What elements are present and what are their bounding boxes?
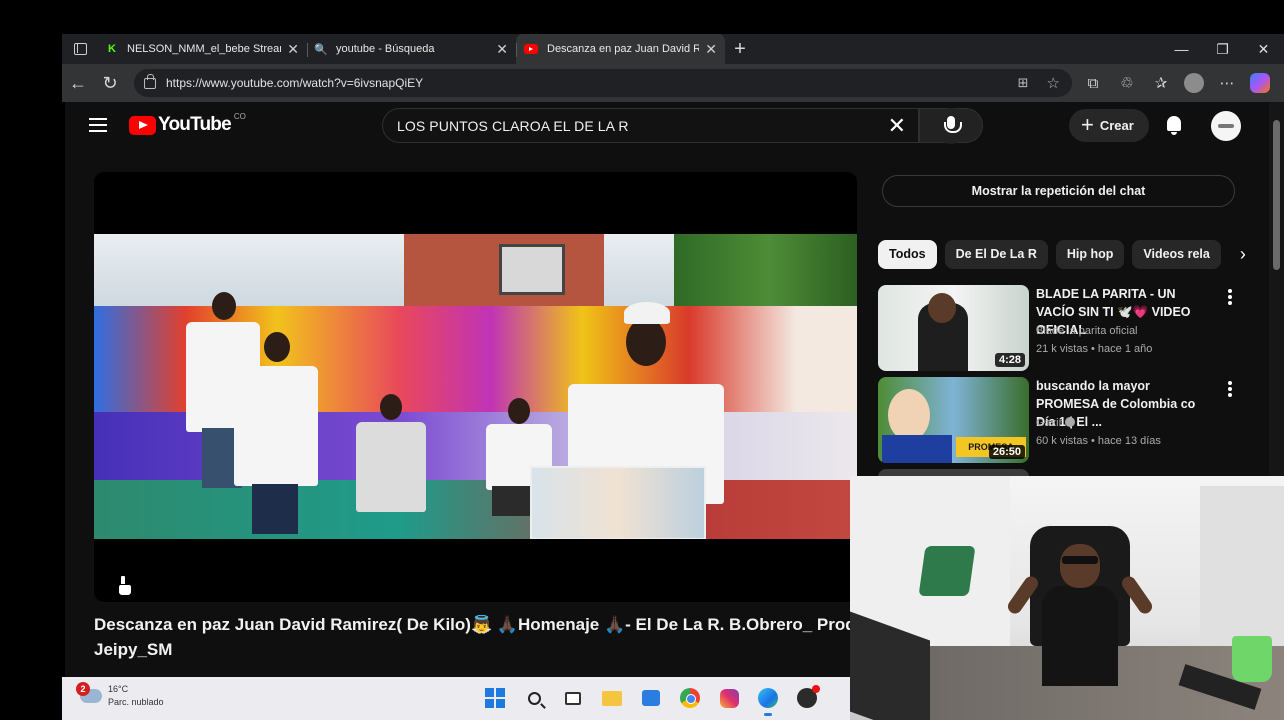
person-figure [356, 394, 426, 512]
weather-description: Parc. nublado [108, 697, 164, 707]
copilot-icon[interactable] [1250, 73, 1270, 93]
tab-title: youtube - Búsqueda [336, 43, 435, 55]
browser-tab-strip: K NELSON_NMM_el_bebe Stream - ✕ 🔍 youtub… [62, 34, 1284, 64]
reload-button[interactable]: ↻ [94, 73, 126, 94]
weather-temperature: 16°C [108, 684, 129, 694]
video-meta: 21 k vistas • hace 1 año [1036, 343, 1153, 355]
recommendation-item[interactable]: 4:28 BLADE LA PARITA - UN VACÍO SIN TI 🕊… [878, 285, 1238, 373]
favorite-star-icon[interactable]: ☆ [1047, 74, 1060, 92]
chip-all[interactable]: Todos [878, 240, 937, 269]
webcam-overlay [850, 476, 1284, 720]
create-button[interactable]: + Crear [1069, 109, 1149, 142]
close-window-button[interactable]: ✕ [1243, 34, 1284, 64]
taskbar-apps [482, 685, 820, 716]
search-icon: 🔍 [314, 43, 328, 56]
video-frame[interactable] [94, 234, 857, 539]
file-explorer-icon[interactable] [599, 685, 625, 711]
scene-house [404, 234, 604, 314]
task-view-icon[interactable] [560, 685, 586, 711]
filter-chips: Todos De El De La R Hip hop Videos rela … [878, 240, 1257, 269]
photo-collage-poster [530, 466, 706, 539]
tab-title: NELSON_NMM_el_bebe Stream - [127, 43, 282, 55]
scene-floor [94, 480, 857, 539]
close-tab-icon[interactable]: ✕ [287, 41, 299, 58]
tab-kick-stream[interactable]: K NELSON_NMM_el_bebe Stream - ✕ [98, 34, 307, 64]
tab-youtube-video[interactable]: Descanza en paz Juan David Ram ✕ [516, 34, 725, 64]
search-input[interactable]: LOS PUNTOS CLAROA EL DE LA R ✕ [382, 108, 919, 143]
youtube-play-icon [129, 115, 156, 135]
more-actions-icon[interactable] [1228, 381, 1232, 397]
close-tab-icon[interactable]: ✕ [705, 41, 717, 58]
webcam-streamer [1005, 526, 1155, 686]
back-button[interactable]: ← [62, 73, 94, 94]
lock-icon[interactable] [144, 73, 156, 89]
video-player[interactable] [94, 172, 857, 602]
webcam-green-chair [918, 546, 976, 596]
channel-name[interactable]: Blade la parita oficial [1036, 325, 1138, 337]
hand-cursor-icon [118, 575, 132, 596]
kick-icon: K [108, 43, 116, 55]
chrome-icon[interactable] [677, 685, 703, 711]
url-text[interactable]: https://www.youtube.com/watch?v=6ivsnapQ… [166, 76, 1018, 90]
webcam-green-cup [1232, 636, 1272, 682]
chip-hip-hop[interactable]: Hip hop [1055, 240, 1125, 269]
video-thumbnail[interactable]: 4:28 [878, 285, 1029, 371]
video-meta: 60 k vistas • hace 13 días [1036, 435, 1161, 447]
notification-badge: 2 [76, 682, 90, 696]
scene-trees [674, 234, 857, 314]
clear-search-icon[interactable]: ✕ [888, 113, 906, 139]
tab-title: Descanza en paz Juan David Ram [547, 43, 700, 55]
tab-actions-icon[interactable] [62, 34, 98, 64]
instagram-icon[interactable] [716, 685, 742, 711]
profile-avatar[interactable] [1184, 73, 1204, 93]
reading-view-icon[interactable]: ⊞ [1018, 75, 1029, 91]
favorites-icon[interactable]: ✰ [1150, 74, 1172, 92]
voice-search-button[interactable] [933, 108, 969, 144]
taskbar-search-icon[interactable] [521, 685, 547, 711]
store-icon[interactable] [638, 685, 664, 711]
video-duration: 4:28 [994, 353, 1025, 367]
new-tab-button[interactable]: + [725, 38, 755, 61]
chip-channel[interactable]: De El De La R [944, 240, 1048, 269]
obs-icon[interactable] [794, 685, 820, 711]
person-figure [234, 332, 318, 534]
extensions-icon[interactable]: ⧉ [1082, 75, 1104, 92]
menu-icon[interactable] [89, 118, 107, 132]
account-avatar[interactable] [1211, 111, 1241, 141]
browser-essentials-icon[interactable]: ♲ [1116, 74, 1138, 92]
cloud-icon: 2 [76, 682, 102, 703]
chevron-right-icon[interactable]: › [1229, 240, 1257, 269]
tab-youtube-search[interactable]: 🔍 youtube - Búsqueda ✕ [307, 34, 516, 64]
address-toolbar: ← ↻ https://www.youtube.com/watch?v=6ivs… [62, 64, 1284, 102]
video-title: Descanza en paz Juan David Ramirez( De K… [94, 615, 861, 659]
more-menu-icon[interactable]: ⋯ [1216, 74, 1238, 92]
show-chat-replay-button[interactable]: Mostrar la repetición del chat [882, 175, 1235, 207]
url-bar[interactable]: https://www.youtube.com/watch?v=6ivsnapQ… [134, 69, 1072, 97]
weather-widget[interactable]: 2 16°C Parc. nublado [76, 682, 164, 709]
minimize-button[interactable]: — [1161, 34, 1202, 64]
window-controls: — ❐ ✕ [1161, 34, 1284, 64]
windows-taskbar: 2 16°C Parc. nublado [62, 677, 850, 720]
edge-icon[interactable] [755, 685, 781, 716]
video-thumbnail[interactable]: PROMESA 26:50 [878, 377, 1029, 463]
youtube-logo[interactable]: YouTube CO [129, 111, 246, 136]
create-label: Crear [1099, 118, 1134, 133]
search-query[interactable]: LOS PUNTOS CLAROA EL DE LA R [397, 118, 888, 134]
logo-wordmark: YouTube [158, 114, 232, 135]
plus-icon: + [1081, 111, 1094, 137]
notifications-bell-icon[interactable] [1165, 116, 1183, 136]
recommendation-item[interactable]: PROMESA 26:50 buscando la mayor PROMESA … [878, 377, 1238, 465]
maximize-button[interactable]: ❐ [1202, 34, 1243, 64]
channel-name[interactable]: Gazir [1036, 417, 1076, 429]
youtube-icon [524, 44, 538, 54]
verified-icon [1065, 417, 1076, 427]
more-actions-icon[interactable] [1228, 289, 1232, 305]
windows-start-icon[interactable] [482, 685, 508, 711]
video-duration: 26:50 [988, 445, 1025, 459]
chip-related[interactable]: Videos rela [1132, 240, 1221, 269]
extensions-area: ⧉ ♲ ✰ ⋯ [1082, 73, 1270, 93]
region-code: CO [233, 111, 246, 121]
close-tab-icon[interactable]: ✕ [496, 41, 508, 58]
